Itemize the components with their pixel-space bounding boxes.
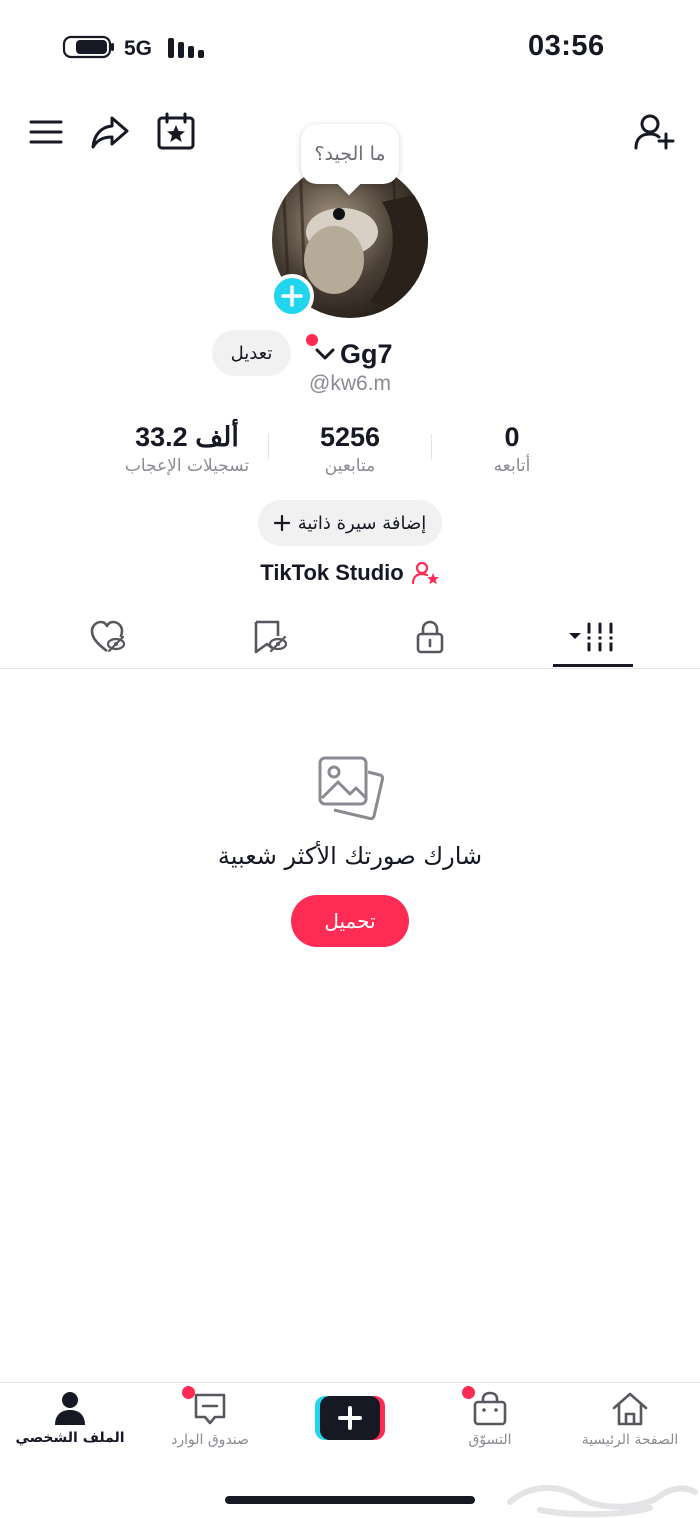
calendar-star-icon[interactable] — [154, 110, 198, 154]
edit-profile-button[interactable]: تعديل — [212, 330, 291, 376]
plus-icon — [273, 515, 290, 531]
studio-label: TikTok Studio — [260, 560, 404, 585]
inbox-icon — [191, 1390, 229, 1428]
creator-star-icon — [411, 560, 440, 586]
nav-home[interactable]: الصفحة الرئيسية — [560, 1390, 700, 1460]
add-story-plus-icon[interactable] — [270, 274, 314, 318]
photos-icon — [314, 752, 386, 824]
battery-icon — [62, 35, 114, 59]
nav-label: الملف الشخصي — [15, 1430, 125, 1446]
upload-button[interactable]: تحميل — [291, 895, 409, 947]
followers-count: 5256 — [319, 422, 381, 452]
add-bio-label: إضافة سيرة ذاتية — [297, 512, 427, 534]
likes-count: 33.2 ألف — [135, 422, 239, 452]
note-bubble[interactable]: ما الجيد؟ — [301, 124, 399, 184]
nav-label: التسوّق — [468, 1432, 512, 1448]
create-button[interactable] — [315, 1394, 385, 1442]
shop-bag-icon — [471, 1390, 509, 1428]
chevron-down-icon — [314, 346, 336, 362]
tab-videos[interactable] — [563, 612, 623, 662]
followers-stat[interactable]: 5256 متابعين — [265, 420, 435, 476]
menu-icon[interactable] — [24, 110, 68, 154]
status-time: 03:56 — [528, 30, 605, 62]
shop-badge — [462, 1386, 475, 1399]
tab-liked[interactable] — [78, 612, 138, 662]
nav-label: صندوق الوارد — [171, 1432, 249, 1448]
home-indicator — [225, 1496, 475, 1504]
inbox-badge — [182, 1386, 195, 1399]
likes-stat[interactable]: 33.2 ألف تسجيلات الإعجاب — [102, 420, 272, 476]
username: @kw6.m — [309, 372, 391, 395]
add-bio-button[interactable]: إضافة سيرة ذاتية — [258, 500, 442, 546]
following-stat[interactable]: 0 أتابعه — [427, 420, 597, 476]
nav-shop[interactable]: التسوّق — [420, 1390, 560, 1460]
nav-profile[interactable]: الملف الشخصي — [0, 1390, 140, 1460]
signal-icon — [166, 36, 206, 60]
tiktok-studio-link[interactable]: TikTok Studio — [230, 556, 470, 590]
empty-state-title: شارك صورتك الأكثر شعبية — [217, 842, 483, 870]
nav-label: الصفحة الرئيسية — [581, 1432, 679, 1448]
network-type: 5G — [124, 37, 153, 60]
following-label: أتابعه — [493, 456, 531, 476]
tabs-divider — [0, 668, 700, 669]
following-count: 0 — [504, 422, 520, 452]
bottom-nav-divider — [0, 1382, 700, 1383]
active-tab-indicator — [553, 664, 633, 667]
followers-label: متابعين — [324, 456, 376, 476]
nav-inbox[interactable]: صندوق الوارد — [140, 1390, 280, 1460]
home-icon — [610, 1390, 650, 1428]
profile-icon — [52, 1390, 88, 1426]
share-icon[interactable] — [88, 110, 132, 154]
tab-favorites[interactable] — [240, 612, 300, 662]
account-switcher[interactable]: Gg7 — [314, 334, 393, 374]
likes-label: تسجيلات الإعجاب — [124, 456, 250, 476]
add-friend-icon[interactable] — [632, 110, 676, 154]
display-name: Gg7 — [340, 338, 393, 369]
watermark-logo — [500, 1474, 700, 1518]
tab-private[interactable] — [400, 612, 460, 662]
